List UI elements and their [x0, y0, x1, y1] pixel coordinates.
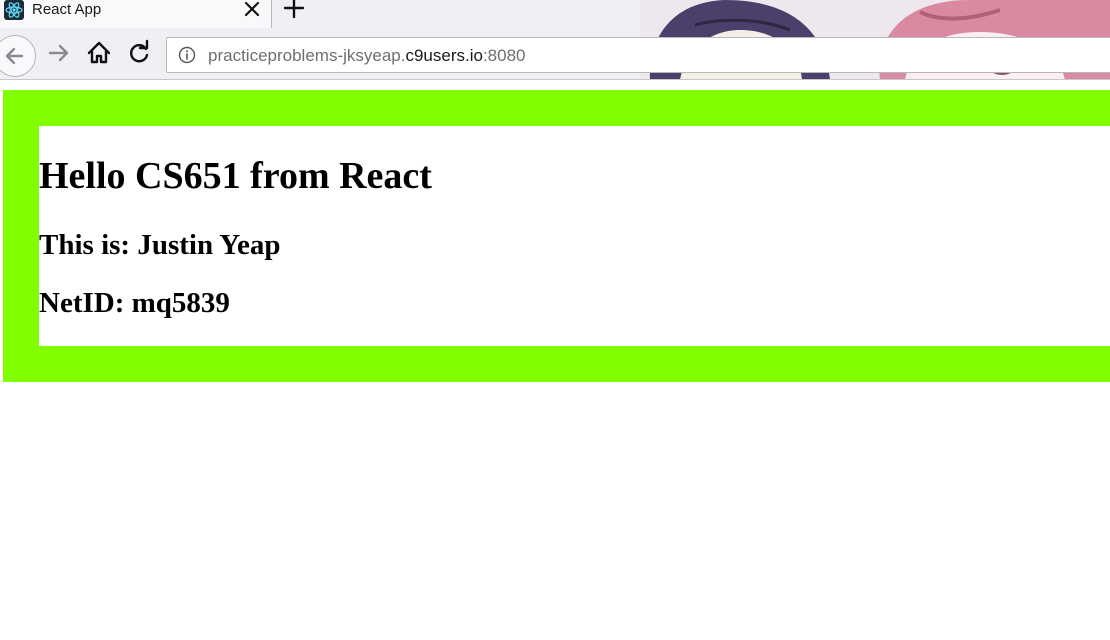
- forward-button[interactable]: [44, 38, 74, 68]
- url-port: :8080: [482, 46, 526, 65]
- react-logo-icon: [4, 0, 24, 20]
- url-host: c9users.io: [405, 46, 483, 65]
- back-button[interactable]: [0, 35, 36, 77]
- close-tab-icon[interactable]: [242, 0, 262, 19]
- navigation-toolbar: practiceproblems-jksyeap.c9users.io:8080: [0, 30, 1110, 79]
- home-icon[interactable]: [84, 38, 114, 68]
- page-content: Hello CS651 from React This is: Justin Y…: [0, 80, 1110, 640]
- address-bar[interactable]: practiceproblems-jksyeap.c9users.io:8080: [166, 37, 1110, 73]
- browser-chrome: React App practiceproblems-jksyeap.c9use…: [0, 0, 1110, 80]
- tab-title: React App: [32, 1, 102, 18]
- tab-react-app[interactable]: React App: [0, 0, 272, 28]
- student-netid: NetID: mq5839: [39, 287, 230, 319]
- app-container: Hello CS651 from React This is: Justin Y…: [3, 90, 1110, 382]
- url-text[interactable]: practiceproblems-jksyeap.c9users.io:8080: [208, 46, 526, 65]
- url-prefix: practiceproblems-jksyeap.: [208, 46, 406, 65]
- reload-icon[interactable]: [124, 38, 154, 68]
- app-content-box: Hello CS651 from React This is: Justin Y…: [39, 126, 1110, 346]
- site-info-icon[interactable]: [178, 46, 196, 64]
- page-heading: Hello CS651 from React: [39, 155, 432, 197]
- new-tab-icon[interactable]: [283, 0, 305, 19]
- student-name: This is: Justin Yeap: [39, 229, 281, 261]
- tab-strip: React App: [0, 0, 1110, 28]
